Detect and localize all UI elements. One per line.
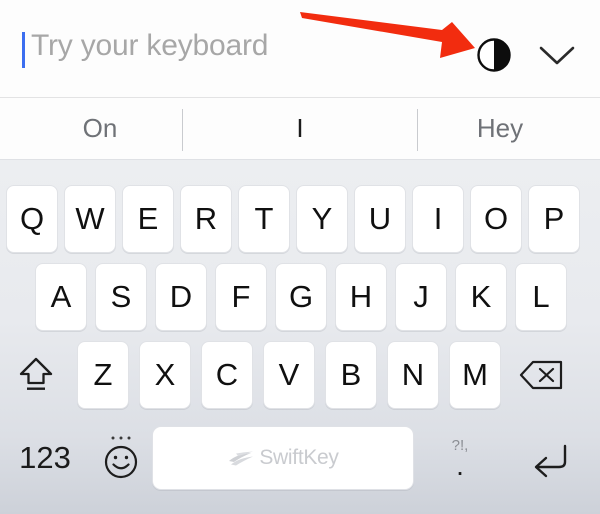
backspace-icon <box>519 360 563 390</box>
suggestion-label: Hey <box>476 113 524 143</box>
punctuation-primary-label: . <box>456 450 464 481</box>
suggestion-bar: On I Hey <box>0 98 600 160</box>
contrast-icon <box>477 38 511 72</box>
emoji-key[interactable] <box>90 419 152 497</box>
row3-letter-keys: Z X C V B N M <box>72 341 506 409</box>
numeric-mode-key[interactable]: 123 <box>0 419 90 497</box>
suggestion-item-2[interactable]: Hey <box>400 98 600 159</box>
suggestion-item-0[interactable]: On <box>0 98 200 159</box>
suggestion-label: On <box>82 113 118 143</box>
key-x[interactable]: X <box>139 341 191 409</box>
key-w[interactable]: W <box>64 185 116 253</box>
key-s[interactable]: S <box>95 263 147 331</box>
key-e[interactable]: E <box>122 185 174 253</box>
key-k[interactable]: K <box>455 263 507 331</box>
key-q[interactable]: Q <box>6 185 58 253</box>
punctuation-key[interactable]: ?!, . <box>414 419 506 497</box>
shift-arrow-icon <box>19 357 53 390</box>
keyboard-area: Q W E R T Y U I O P A S D F G H J K L Z … <box>0 160 600 514</box>
swiftkey-logo-icon <box>229 451 254 466</box>
key-z[interactable]: Z <box>77 341 129 409</box>
keyboard-row-2: A S D F G H J K L <box>0 263 600 331</box>
key-j[interactable]: J <box>395 263 447 331</box>
key-u[interactable]: U <box>354 185 406 253</box>
keyboard-row-4: 123 SwiftKey ?!, . <box>0 419 600 497</box>
key-c[interactable]: C <box>201 341 253 409</box>
key-b[interactable]: B <box>325 341 377 409</box>
shift-key[interactable] <box>0 341 72 409</box>
swiftkey-keyboard-screen: Try your keyboard On I Hey Q W E R T Y U… <box>0 0 600 514</box>
key-r[interactable]: R <box>180 185 232 253</box>
keyboard-row-3: Z X C V B N M <box>0 341 600 409</box>
key-p[interactable]: P <box>528 185 580 253</box>
backspace-key[interactable] <box>506 341 578 409</box>
key-v[interactable]: V <box>263 341 315 409</box>
keyboard-row-1: Q W E R T Y U I O P <box>0 185 600 253</box>
contrast-theme-toggle[interactable] <box>476 37 512 73</box>
suggestion-divider <box>182 109 183 151</box>
key-a[interactable]: A <box>35 263 87 331</box>
key-i[interactable]: I <box>412 185 464 253</box>
swiftkey-brand: SwiftKey <box>227 446 339 470</box>
suggestion-item-1[interactable]: I <box>200 98 400 159</box>
emoji-smiley-icon <box>104 436 138 479</box>
row3-keys: Z X C V B N M <box>0 341 578 409</box>
search-input-placeholder[interactable]: Try your keyboard <box>31 29 268 63</box>
key-l[interactable]: L <box>515 263 567 331</box>
return-key[interactable] <box>506 419 598 497</box>
suggestion-divider <box>417 109 418 151</box>
swiftkey-wordmark: SwiftKey <box>259 446 339 469</box>
key-h[interactable]: H <box>335 263 387 331</box>
collapse-keyboard-button[interactable] <box>534 40 580 70</box>
key-y[interactable]: Y <box>296 185 348 253</box>
chevron-down-icon <box>539 46 575 65</box>
text-input-bar: Try your keyboard <box>0 0 600 98</box>
key-n[interactable]: N <box>387 341 439 409</box>
space-key[interactable]: SwiftKey <box>152 426 414 490</box>
return-arrow-icon <box>534 444 567 478</box>
text-cursor <box>22 32 25 68</box>
key-m[interactable]: M <box>449 341 501 409</box>
key-o[interactable]: O <box>470 185 522 253</box>
row2-keys: A S D F G H J K L <box>0 263 571 331</box>
key-f[interactable]: F <box>215 263 267 331</box>
key-g[interactable]: G <box>275 263 327 331</box>
key-t[interactable]: T <box>238 185 290 253</box>
key-d[interactable]: D <box>155 263 207 331</box>
row1-keys: Q W E R T Y U I O P <box>0 185 583 253</box>
suggestion-label: I <box>296 113 304 143</box>
